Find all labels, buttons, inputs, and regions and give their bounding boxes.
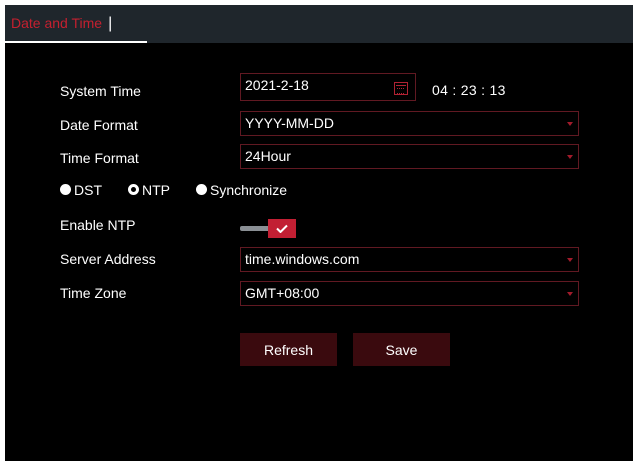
time-zone-select[interactable]: GMT+08:00 <box>240 281 579 306</box>
caret-down-icon <box>567 292 573 296</box>
time-format-label: Time Format <box>60 150 139 166</box>
enable-ntp-label: Enable NTP <box>60 217 136 233</box>
system-date-value: 2021-2-18 <box>245 77 309 93</box>
caret-down-icon <box>567 155 573 159</box>
radio-synchronize[interactable] <box>196 184 207 195</box>
save-button[interactable]: Save <box>353 333 450 366</box>
tab-date-and-time[interactable]: Date and Time | <box>5 5 147 43</box>
server-address-label: Server Address <box>60 251 156 267</box>
tab-label: Date and Time <box>11 15 103 31</box>
system-time-value[interactable]: 04 : 23 : 13 <box>432 82 506 98</box>
time-format-value: 24Hour <box>245 148 291 164</box>
date-format-label: Date Format <box>60 117 138 133</box>
time-zone-value: GMT+08:00 <box>245 285 320 301</box>
radio-dst-label[interactable]: DST <box>74 182 102 198</box>
radio-ntp[interactable] <box>128 184 139 195</box>
enable-ntp-toggle[interactable] <box>240 219 300 239</box>
date-format-select[interactable]: YYYY-MM-DD <box>240 111 579 136</box>
radio-synchronize-label[interactable]: Synchronize <box>210 182 287 198</box>
caret-down-icon <box>567 122 573 126</box>
time-format-select[interactable]: 24Hour <box>240 144 579 169</box>
date-time-panel: Date and Time | System Time 2021-2-18 04 … <box>5 5 633 461</box>
server-address-value: time.windows.com <box>245 251 360 267</box>
server-address-select[interactable]: time.windows.com <box>240 247 579 272</box>
tab-separator: | <box>108 15 113 32</box>
system-date-input[interactable]: 2021-2-18 <box>240 73 416 101</box>
time-zone-label: Time Zone <box>60 285 127 301</box>
caret-down-icon <box>567 258 573 262</box>
refresh-button[interactable]: Refresh <box>240 333 337 366</box>
toggle-knob <box>268 219 296 238</box>
calendar-icon[interactable] <box>394 82 408 95</box>
date-format-value: YYYY-MM-DD <box>245 115 334 131</box>
tab-bar: Date and Time | <box>5 5 633 43</box>
checkmark-icon <box>276 224 288 233</box>
radio-dst[interactable] <box>60 184 71 195</box>
radio-ntp-label[interactable]: NTP <box>142 182 170 198</box>
system-time-label: System Time <box>60 83 141 99</box>
